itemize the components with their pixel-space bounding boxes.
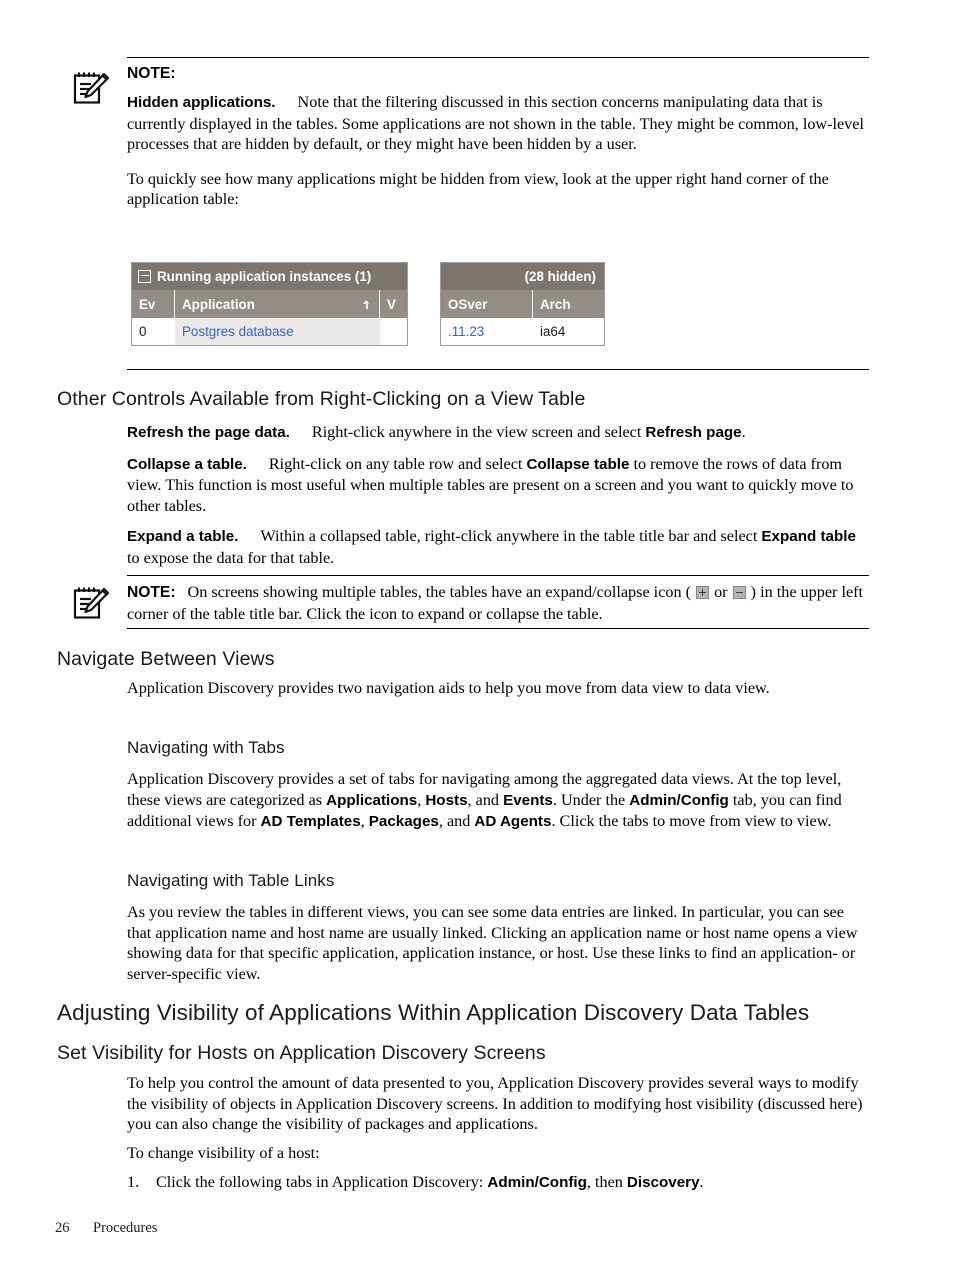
- ordered-list-change-visibility: 1. Click the following tabs in Applicati…: [127, 1172, 869, 1194]
- bold-packages: Packages: [368, 813, 439, 831]
- table-links-text: As you review the tables in different vi…: [127, 903, 858, 983]
- embedded-screenshot-application-table: Running application instances (1) Ev App…: [131, 262, 605, 346]
- runin-refresh: Refresh the page data.: [127, 424, 290, 441]
- table-title-bar[interactable]: Running application instances (1): [132, 263, 407, 290]
- collapse-minus-icon[interactable]: [138, 270, 151, 283]
- navigate-intro-text: Application Discovery provides two navig…: [127, 679, 770, 697]
- runin-expand: Expand a table.: [127, 528, 239, 546]
- cell-osver: .11.23: [448, 324, 485, 339]
- paragraph-navigating-with-table-links: As you review the tables in different vi…: [127, 902, 869, 984]
- expand-text-after: to expose the data for that table.: [127, 548, 335, 567]
- bold-ad-templates: AD Templates: [260, 813, 361, 831]
- column-header-application[interactable]: Application: [175, 290, 380, 318]
- refresh-page-bold: Refresh page: [645, 424, 742, 441]
- collapse-text-before: Right-click on any table row and select: [268, 454, 527, 473]
- collapse-minus-icon[interactable]: [732, 586, 746, 599]
- list-item-number: 1.: [127, 1173, 140, 1191]
- runin-collapse: Collapse a table.: [127, 455, 247, 473]
- note-paragraph-upper-right: To quickly see how many applications mig…: [127, 169, 829, 209]
- paragraph-refresh-page-data: Refresh the page data. Right-click anywhe…: [127, 422, 869, 444]
- table-fragment-right: (28 hidden) OSver Arch .11.23 ia64: [440, 262, 605, 346]
- list-text-before: Click the following tabs in Application …: [156, 1173, 488, 1191]
- column-header-ev-label: Ev: [139, 296, 156, 312]
- list-item-text: Click the following tabs in Application …: [156, 1172, 869, 1194]
- hidden-count-label: (28 hidden): [524, 269, 596, 284]
- note-block-expand-collapse-icon: NOTE: On screens showing multiple tables,…: [57, 575, 869, 630]
- document-page: NOTE: Hidden applications. Note that the …: [0, 0, 954, 1271]
- bold-ad-agents: AD Agents: [474, 813, 552, 831]
- note2-label: NOTE:: [127, 584, 176, 601]
- tabs-t4: . Under the: [552, 790, 630, 809]
- refresh-text-before: Right-click anywhere in the view screen …: [311, 423, 646, 441]
- heading-navigating-with-tabs: Navigating with Tabs: [127, 738, 285, 757]
- note2-paragraph: NOTE: On screens showing multiple tables,…: [127, 582, 869, 624]
- expand-plus-icon[interactable]: [696, 586, 710, 599]
- table-column-header-row: Ev Application V: [132, 290, 407, 318]
- sort-ascending-arrow-icon[interactable]: [363, 298, 372, 310]
- table-hidden-count-bar: (28 hidden): [441, 263, 604, 290]
- refresh-text-after: .: [741, 423, 746, 441]
- column-header-osver-label: OSver: [448, 296, 488, 312]
- paragraph-expand-a-table: Expand a table. Within a collapsed table,…: [127, 526, 869, 568]
- note2-bottom-rule: [127, 628, 869, 630]
- note-block-hidden-applications: NOTE: Hidden applications. Note that the …: [57, 57, 869, 217]
- note-pencil-icon: [71, 585, 111, 621]
- paragraph-navigating-with-tabs: Application Discovery provides a set of …: [127, 769, 869, 833]
- collapse-table-bold: Collapse table: [526, 455, 630, 473]
- column-header-v-truncated[interactable]: V: [380, 290, 407, 318]
- note-bottom-rule: [127, 369, 869, 370]
- bold-events: Events: [503, 791, 553, 809]
- bold-applications: Applications: [326, 791, 418, 809]
- tabs-t7: , and: [438, 812, 475, 831]
- table-title-text: Running application instances (1): [157, 269, 372, 284]
- paragraph-navigate-intro: Application Discovery provides two navig…: [127, 678, 869, 699]
- to-change-visibility-text: To change visibility of a host:: [127, 1144, 320, 1162]
- note-label: NOTE:: [127, 65, 176, 82]
- note2-text-or: or: [710, 583, 732, 601]
- heading-navigating-with-table-links: Navigating with Table Links: [127, 871, 335, 890]
- page-footer: 26 Procedures: [55, 1220, 157, 1237]
- table-column-header-row-right: OSver Arch: [441, 290, 604, 318]
- expand-table-bold: Expand table: [761, 528, 856, 546]
- column-header-v-label: V: [387, 296, 396, 312]
- paragraph-collapse-a-table: Collapse a table. Right-click on any tabl…: [127, 454, 869, 517]
- column-header-application-label: Application: [182, 296, 255, 312]
- footer-section-name: Procedures: [93, 1220, 158, 1236]
- table-row-right[interactable]: .11.23 ia64: [441, 318, 604, 345]
- column-header-arch[interactable]: Arch: [533, 290, 604, 318]
- tabs-t6: ,: [360, 812, 369, 831]
- list-text-mid: , then: [586, 1173, 627, 1191]
- bold-admin-config: Admin/Config: [629, 791, 729, 809]
- column-header-arch-label: Arch: [540, 296, 571, 312]
- paragraph-adjusting-intro: To help you control the amount of data p…: [127, 1073, 869, 1135]
- table-fragment-left: Running application instances (1) Ev App…: [131, 262, 408, 346]
- expand-text-before: Within a collapsed table, right-click an…: [260, 527, 762, 546]
- note-runin-heading: Hidden applications.: [127, 94, 276, 111]
- heading-set-visibility-for-hosts: Set Visibility for Hosts on Application …: [57, 1042, 546, 1064]
- list-item: 1. Click the following tabs in Applicati…: [127, 1172, 869, 1194]
- table-row[interactable]: 0 Postgres database: [132, 318, 407, 345]
- paragraph-to-change-visibility: To change visibility of a host:: [127, 1143, 869, 1164]
- heading-navigate-between-views: Navigate Between Views: [57, 648, 275, 670]
- cell-ev: 0: [139, 324, 147, 339]
- cell-arch: ia64: [540, 324, 566, 339]
- cell-application-link[interactable]: Postgres database: [175, 318, 380, 345]
- tabs-t3: , and: [467, 790, 504, 809]
- note-pencil-icon: [71, 70, 111, 106]
- column-header-osver[interactable]: OSver: [441, 290, 533, 318]
- adjusting-intro-text: To help you control the amount of data p…: [127, 1074, 863, 1134]
- bold-admin-config-step: Admin/Config: [487, 1174, 587, 1191]
- tabs-t8: . Click the tabs to move from view to vi…: [551, 812, 832, 831]
- cell-v-truncated: [380, 318, 407, 345]
- heading-adjusting-visibility: Adjusting Visibility of Applications Wit…: [57, 1000, 810, 1025]
- heading-other-controls: Other Controls Available from Right-Clic…: [57, 388, 586, 410]
- bold-discovery-step: Discovery: [626, 1174, 700, 1191]
- list-text-after: .: [699, 1173, 704, 1191]
- note2-text-a: On screens showing multiple tables, the …: [187, 583, 696, 601]
- column-header-ev[interactable]: Ev: [132, 290, 175, 318]
- bold-hosts: Hosts: [425, 791, 468, 809]
- note-paragraph-hidden-applications: Hidden applications. Note that the filter…: [127, 92, 869, 155]
- footer-page-number: 26: [55, 1220, 70, 1236]
